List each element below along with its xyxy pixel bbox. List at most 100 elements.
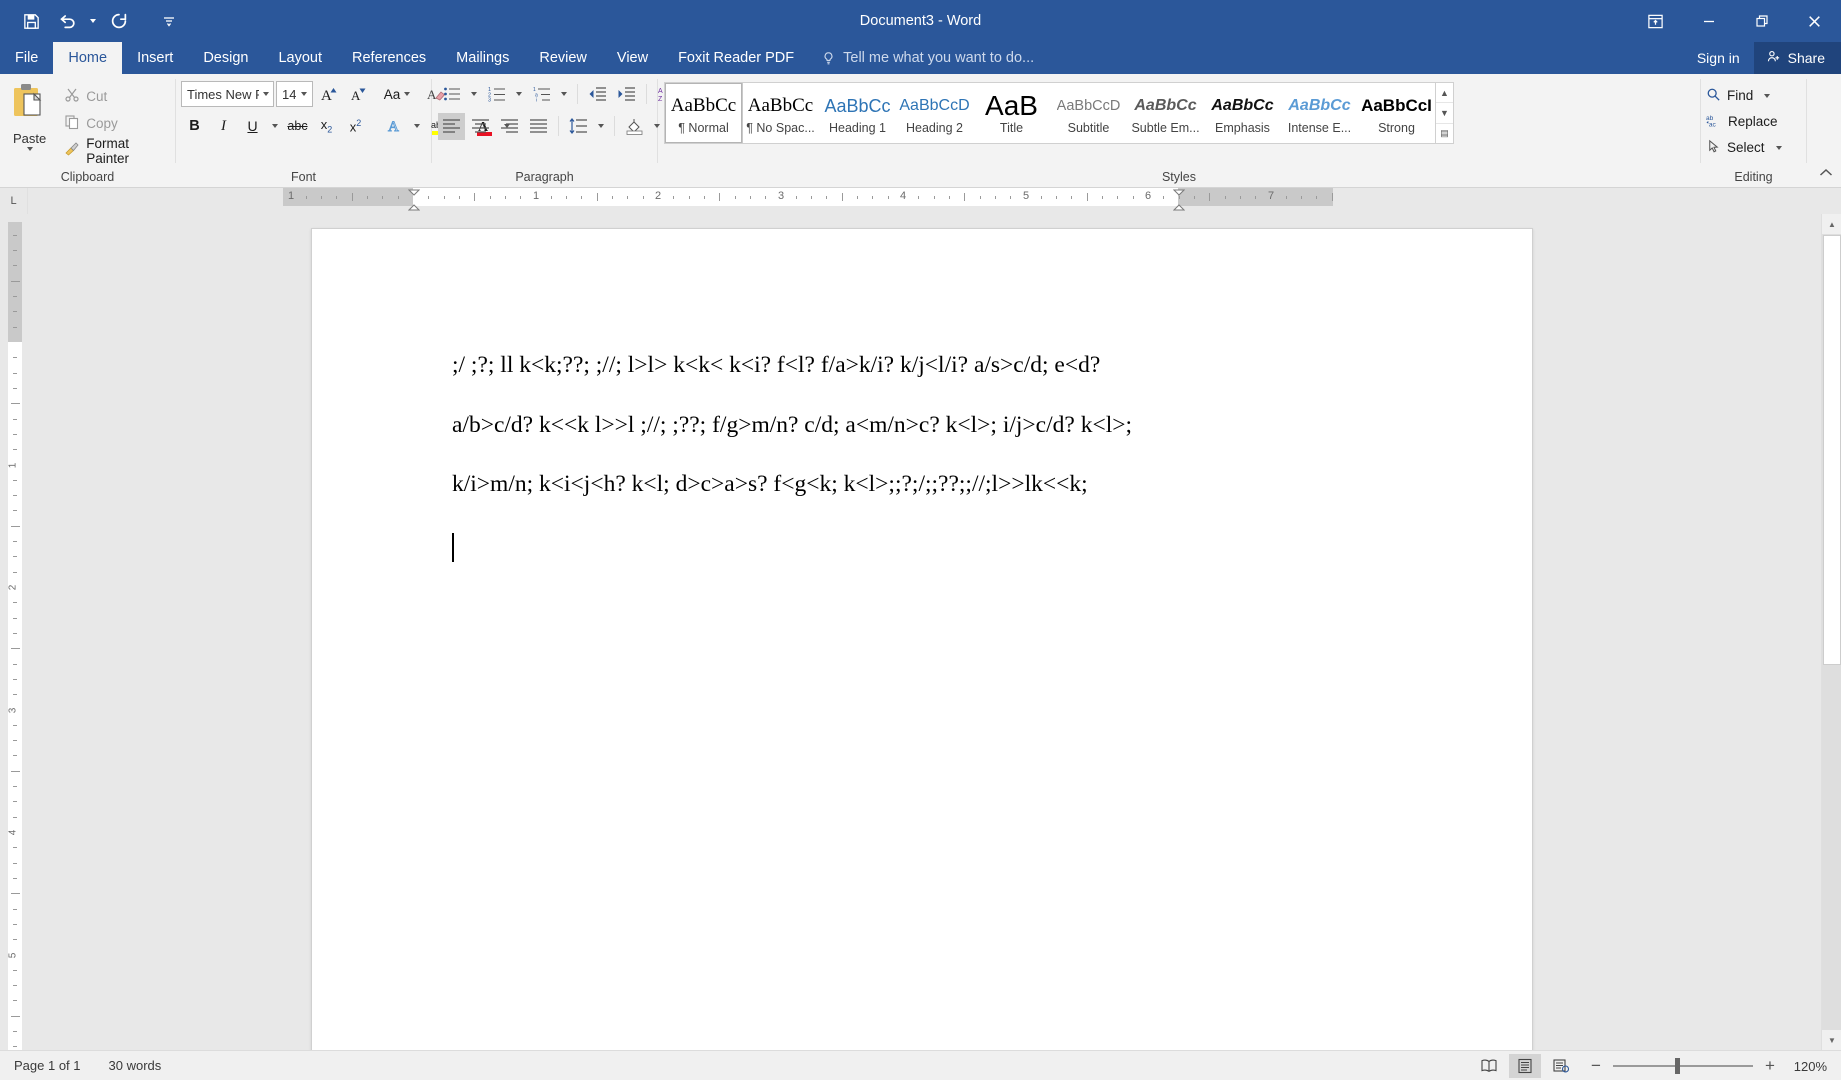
tab-mailings[interactable]: Mailings: [441, 42, 524, 74]
tab-stop-selector[interactable]: L: [0, 188, 28, 214]
cut-button[interactable]: Cut: [59, 84, 175, 109]
style-item-subtitle[interactable]: AaBbCcD Subtitle: [1050, 83, 1127, 143]
justify-button[interactable]: [525, 113, 552, 140]
style-item-strong[interactable]: AaBbCcI Strong: [1358, 83, 1435, 143]
decrease-indent-button[interactable]: [584, 81, 611, 108]
style-item-title[interactable]: AaB Title: [973, 83, 1050, 143]
style-item-intense-emphasis[interactable]: AaBbCc Intense E...: [1281, 83, 1358, 143]
grow-font-button[interactable]: A: [315, 81, 342, 108]
font-size-combo[interactable]: 14: [276, 81, 313, 107]
page-canvas[interactable]: ;/ ;?; ll k<k;??; ;//; l>l> k<k< k<i? f<…: [28, 214, 1821, 1050]
zoom-track[interactable]: [1613, 1065, 1753, 1067]
tab-insert[interactable]: Insert: [122, 42, 188, 74]
font-name-combo[interactable]: Times New Ro: [181, 81, 274, 107]
read-mode-button[interactable]: [1473, 1054, 1505, 1078]
font-name-dropdown-icon[interactable]: [259, 92, 273, 96]
close-icon[interactable]: [1788, 0, 1841, 42]
print-layout-button[interactable]: [1509, 1054, 1541, 1078]
styles-more-icon[interactable]: ▤: [1436, 124, 1453, 143]
tell-me-search[interactable]: Tell me what you want to do...: [809, 42, 1044, 74]
style-item-normal[interactable]: AaBbCc ¶ Normal: [665, 83, 742, 143]
vertical-ruler[interactable]: 123456: [0, 214, 28, 1050]
tab-design[interactable]: Design: [188, 42, 263, 74]
find-button[interactable]: Find: [1701, 83, 1787, 108]
tab-view[interactable]: View: [602, 42, 663, 74]
left-indent-marker[interactable]: [408, 189, 419, 216]
find-dropdown-icon[interactable]: [1764, 94, 1770, 98]
paste-button[interactable]: Paste: [0, 80, 59, 151]
vertical-scrollbar[interactable]: ▲ ▼: [1821, 214, 1841, 1050]
align-center-button[interactable]: [467, 113, 494, 140]
style-item-heading-2[interactable]: AaBbCcD Heading 2: [896, 83, 973, 143]
underline-button[interactable]: U: [239, 113, 266, 140]
multilevel-list-dropdown-icon[interactable]: [557, 81, 571, 108]
change-case-button[interactable]: Aa: [383, 81, 410, 108]
format-painter-button[interactable]: Format Painter: [59, 138, 175, 163]
zoom-level[interactable]: 120%: [1789, 1059, 1833, 1074]
share-button[interactable]: Share: [1754, 42, 1841, 74]
scroll-thumb[interactable]: [1823, 235, 1841, 665]
tab-layout[interactable]: Layout: [263, 42, 337, 74]
text-effects-button[interactable]: A: [381, 113, 408, 140]
word-count[interactable]: 30 words: [109, 1058, 162, 1073]
horizontal-ruler[interactable]: 11234567: [28, 188, 1841, 214]
ribbon-display-options-icon[interactable]: [1629, 0, 1682, 42]
shrink-font-button[interactable]: A: [344, 81, 371, 108]
select-dropdown-icon[interactable]: [1776, 146, 1782, 150]
page-indicator[interactable]: Page 1 of 1: [14, 1058, 81, 1073]
shading-button[interactable]: [621, 113, 648, 140]
underline-dropdown-icon[interactable]: [268, 113, 282, 140]
paste-dropdown-icon[interactable]: [27, 147, 33, 151]
save-icon[interactable]: [14, 4, 48, 38]
redo-icon[interactable]: [102, 4, 136, 38]
undo-dropdown-icon[interactable]: [86, 4, 100, 38]
line-spacing-button[interactable]: [565, 113, 592, 140]
line-spacing-dropdown-icon[interactable]: [594, 113, 608, 140]
subscript-button[interactable]: x2: [313, 113, 340, 140]
align-right-button[interactable]: [496, 113, 523, 140]
zoom-slider[interactable]: − +: [1581, 1056, 1785, 1076]
document-text[interactable]: ;/ ;?; ll k<k;??; ;//; l>l> k<k< k<i? f<…: [452, 354, 1422, 598]
minimize-icon[interactable]: [1682, 0, 1735, 42]
tab-foxit-reader-pdf[interactable]: Foxit Reader PDF: [663, 42, 809, 74]
collapse-ribbon-icon[interactable]: [1819, 166, 1833, 184]
zoom-in-button[interactable]: +: [1763, 1056, 1777, 1076]
restore-icon[interactable]: [1735, 0, 1788, 42]
italic-button[interactable]: I: [210, 113, 237, 140]
superscript-button[interactable]: x2: [342, 113, 369, 140]
replace-button[interactable]: abac Replace: [1701, 109, 1787, 134]
customize-qat-icon[interactable]: [152, 4, 186, 38]
style-item-no-spacing[interactable]: AaBbCc ¶ No Spac...: [742, 83, 819, 143]
right-indent-marker[interactable]: [1173, 189, 1184, 216]
numbering-button[interactable]: 123: [483, 81, 510, 108]
undo-icon[interactable]: [50, 4, 84, 38]
style-item-subtle-emphasis[interactable]: AaBbCc Subtle Em...: [1127, 83, 1204, 143]
select-button[interactable]: Select: [1701, 135, 1787, 160]
bullets-button[interactable]: [438, 81, 465, 108]
align-left-button[interactable]: [438, 113, 465, 140]
web-layout-button[interactable]: [1545, 1054, 1577, 1078]
bullets-dropdown-icon[interactable]: [467, 81, 481, 108]
scroll-up-icon[interactable]: ▲: [1822, 214, 1841, 234]
tab-references[interactable]: References: [337, 42, 441, 74]
strikethrough-button[interactable]: abc: [284, 113, 311, 140]
scroll-down-icon[interactable]: ▼: [1822, 1030, 1841, 1050]
zoom-thumb[interactable]: [1675, 1058, 1680, 1074]
text-effects-dropdown-icon[interactable]: [410, 113, 424, 140]
zoom-out-button[interactable]: −: [1589, 1056, 1603, 1076]
multilevel-list-button[interactable]: 1ai: [528, 81, 555, 108]
sign-in-button[interactable]: Sign in: [1683, 42, 1754, 74]
numbering-dropdown-icon[interactable]: [512, 81, 526, 108]
bold-button[interactable]: B: [181, 113, 208, 140]
styles-scroll-up-icon[interactable]: ▲: [1436, 83, 1453, 103]
font-size-dropdown-icon[interactable]: [296, 92, 312, 96]
increase-indent-button[interactable]: [613, 81, 640, 108]
copy-button[interactable]: Copy: [59, 111, 175, 136]
styles-scroll-down-icon[interactable]: ▼: [1436, 103, 1453, 123]
tab-review[interactable]: Review: [524, 42, 602, 74]
document-page[interactable]: ;/ ;?; ll k<k;??; ;//; l>l> k<k< k<i? f<…: [311, 228, 1533, 1050]
tab-file[interactable]: File: [0, 42, 53, 74]
tab-home[interactable]: Home: [53, 42, 122, 74]
style-item-emphasis[interactable]: AaBbCc Emphasis: [1204, 83, 1281, 143]
style-item-heading-1[interactable]: AaBbCc Heading 1: [819, 83, 896, 143]
